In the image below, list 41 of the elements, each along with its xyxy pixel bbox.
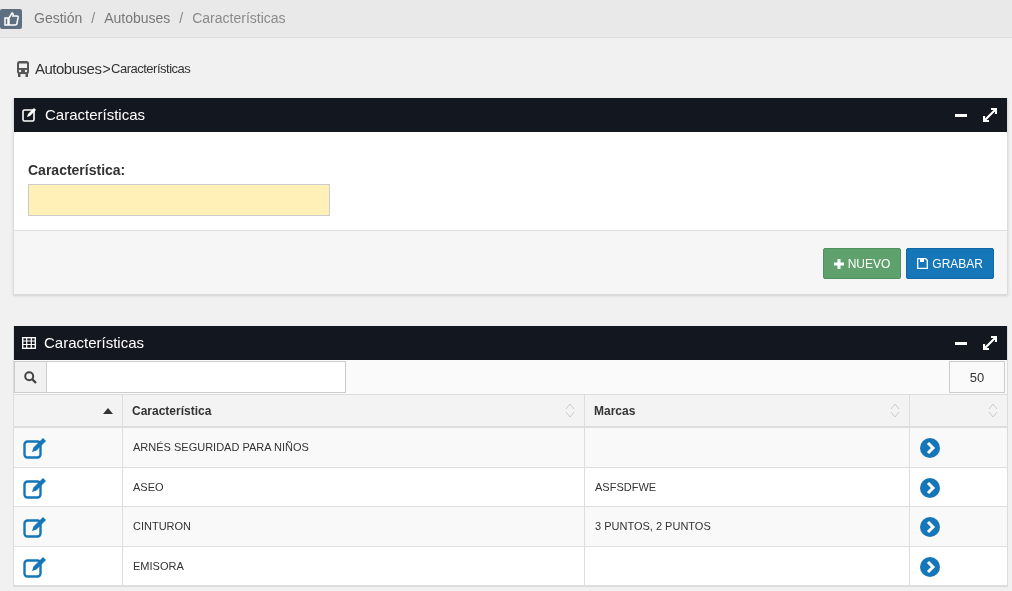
save-icon <box>917 258 929 269</box>
table-cell: ASEO <box>133 480 164 493</box>
edit-icon[interactable] <box>23 437 47 459</box>
breadcrumb-separator: / <box>179 9 184 28</box>
edit-icon[interactable] <box>23 555 47 578</box>
minimize-button[interactable] <box>955 113 967 117</box>
table-cell: EMISORA <box>133 559 184 572</box>
thumbs-up-icon[interactable] <box>0 8 22 29</box>
input-field[interactable] <box>28 184 330 216</box>
table-icon <box>22 337 36 349</box>
search-field[interactable] <box>14 361 346 393</box>
chevron-right-icon[interactable] <box>920 517 940 537</box>
expand-icon[interactable] <box>983 108 997 122</box>
field-label: Característica: <box>28 161 127 180</box>
path-separator: > <box>102 59 111 79</box>
section-link[interactable]: Autobuses <box>35 57 102 81</box>
table-cell: ASFSDFWE <box>595 480 657 493</box>
save-button[interactable]: GRABAR <box>906 248 994 279</box>
column-header[interactable]: Marcas <box>585 395 910 426</box>
edit-icon[interactable] <box>23 516 47 538</box>
expand-icon[interactable] <box>983 336 997 350</box>
edit-icon[interactable] <box>23 476 47 499</box>
minimize-button[interactable] <box>955 341 967 345</box>
chevron-right-icon[interactable] <box>920 556 940 577</box>
panel-title: Características <box>44 332 146 353</box>
plus-icon <box>833 258 844 269</box>
sort-ascending-icon[interactable] <box>103 407 113 414</box>
page-length-field[interactable]: 50 <box>949 361 1005 393</box>
chevron-right-icon[interactable] <box>920 438 940 458</box>
bus-icon <box>16 61 30 77</box>
current-page: Características <box>111 60 191 79</box>
panel-title: Características <box>45 104 147 125</box>
breadcrumb-link[interactable]: Autobuses <box>104 8 171 29</box>
table-cell: ARNÉS SEGURIDAD PARA NIÑOS <box>133 441 309 453</box>
table-cell: 3 PUNTOS, 2 PUNTOS <box>595 520 711 532</box>
column-header[interactable]: Característica <box>123 395 585 426</box>
breadcrumb-link[interactable]: Gestión <box>34 8 83 29</box>
breadcrumb-separator: / <box>91 9 96 28</box>
edit-icon <box>22 108 37 122</box>
table-cell: CINTURON <box>133 520 192 532</box>
chevron-right-icon[interactable] <box>920 477 940 498</box>
